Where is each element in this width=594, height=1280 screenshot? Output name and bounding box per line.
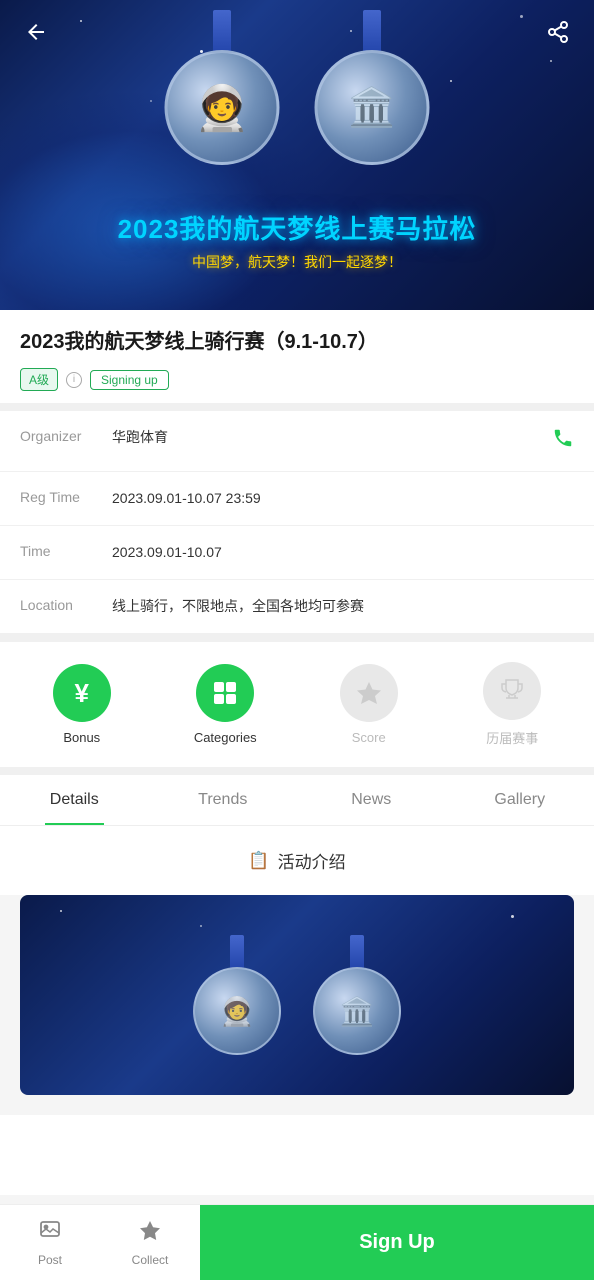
section-title-text: 活动介绍 (278, 848, 346, 873)
bonus-yen-icon: ¥ (75, 678, 89, 709)
time-label: Time (20, 542, 100, 559)
bonus-icon-item[interactable]: ¥ Bonus (42, 664, 122, 745)
activity-section-title: 📋 活动介绍 (0, 826, 594, 895)
info-badge[interactable]: i (66, 372, 82, 388)
collect-label: Collect (132, 1253, 169, 1267)
score-icon-item[interactable]: Score (329, 664, 409, 745)
categories-grid-icon (211, 679, 239, 707)
back-button[interactable] (18, 14, 54, 50)
location-value: 线上骑行，不限地点，全国各地均可参赛 (112, 596, 574, 617)
categories-circle (196, 664, 254, 722)
section-title-icon: 📋 (248, 851, 269, 871)
tab-details-label: Details (50, 791, 99, 808)
reg-time-row: Reg Time 2023.09.01-10.07 23:59 (0, 472, 594, 526)
hero-text: 2023我的航天梦线上赛马拉松 中国梦，航天梦！我们一起逐梦！ (0, 209, 594, 272)
activity-medal-left-icon: 🧑‍🚀 (220, 995, 255, 1028)
reg-time-label: Reg Time (20, 488, 100, 505)
event-title: 2023我的航天梦线上骑行赛（9.1-10.7） (20, 328, 574, 356)
tabs-section: Details Trends News Gallery (0, 767, 594, 826)
hero-title: 2023我的航天梦线上赛马拉松 (0, 209, 594, 246)
collect-tab[interactable]: Collect (100, 1205, 200, 1280)
tab-details[interactable]: Details (0, 775, 149, 825)
nav-buttons (0, 0, 594, 64)
bottom-spacer (0, 1115, 594, 1195)
score-star-icon (355, 679, 383, 707)
info-section: Organizer 华跑体育 Reg Time 2023.09.01-10.07… (0, 403, 594, 634)
post-label: Post (38, 1253, 62, 1267)
phone-icon[interactable] (552, 427, 574, 455)
organizer-value: 华跑体育 (112, 427, 540, 448)
tab-trends[interactable]: Trends (149, 775, 298, 825)
history-circle (483, 662, 541, 720)
action-icons-section: ¥ Bonus Categories Score (0, 634, 594, 767)
post-tab[interactable]: Post (0, 1205, 100, 1280)
reg-time-value: 2023.09.01-10.07 23:59 (112, 488, 574, 509)
post-icon (38, 1219, 62, 1249)
history-trophy-icon (498, 677, 526, 705)
bonus-label: Bonus (63, 730, 100, 745)
signup-button[interactable]: Sign Up (200, 1205, 594, 1280)
categories-icon-item[interactable]: Categories (185, 664, 265, 745)
share-icon (546, 20, 570, 44)
medal-left-icon: 🧑‍🚀 (195, 82, 250, 134)
signup-label: Sign Up (359, 1231, 435, 1254)
organizer-label: Organizer (20, 427, 100, 444)
back-icon (24, 20, 48, 44)
badges-row: A级 i Signing up (20, 368, 574, 391)
activity-medal-left: 🧑‍🚀 (187, 935, 287, 1055)
medal-right-icon: 🏛️ (348, 86, 395, 130)
time-row: Time 2023.09.01-10.07 (0, 526, 594, 580)
activity-medal-right-icon: 🏛️ (340, 995, 375, 1028)
activity-medal-right: 🏛️ (307, 935, 407, 1055)
history-icon-item[interactable]: 历届赛事 (472, 662, 552, 747)
collect-icon (138, 1219, 162, 1249)
status-badge: Signing up (90, 370, 169, 390)
bottom-bar: Post Collect Sign Up (0, 1204, 594, 1280)
bonus-circle: ¥ (53, 664, 111, 722)
title-section: 2023我的航天梦线上骑行赛（9.1-10.7） A级 i Signing up (0, 310, 594, 403)
share-button[interactable] (540, 14, 576, 50)
location-label: Location (20, 596, 100, 613)
time-value: 2023.09.01-10.07 (112, 542, 574, 563)
tab-trends-label: Trends (198, 791, 247, 808)
tab-news[interactable]: News (297, 775, 446, 825)
tab-gallery-label: Gallery (494, 791, 545, 808)
tab-gallery[interactable]: Gallery (446, 775, 594, 825)
hero-subtitle: 中国梦，航天梦！我们一起逐梦！ (0, 252, 594, 272)
categories-label: Categories (194, 730, 257, 745)
tab-news-label: News (351, 791, 391, 808)
history-label: 历届赛事 (486, 728, 538, 747)
location-row: Location 线上骑行，不限地点，全国各地均可参赛 (0, 580, 594, 634)
activity-image: 🧑‍🚀 🏛️ (20, 895, 574, 1095)
organizer-row: Organizer 华跑体育 (0, 411, 594, 472)
score-circle (340, 664, 398, 722)
score-label: Score (352, 730, 386, 745)
hero-banner: 🧑‍🚀 🏛️ 2023我的航天梦线上赛马拉松 中国梦，航天梦！我们一起逐梦！ (0, 0, 594, 310)
level-badge: A级 (20, 368, 58, 391)
